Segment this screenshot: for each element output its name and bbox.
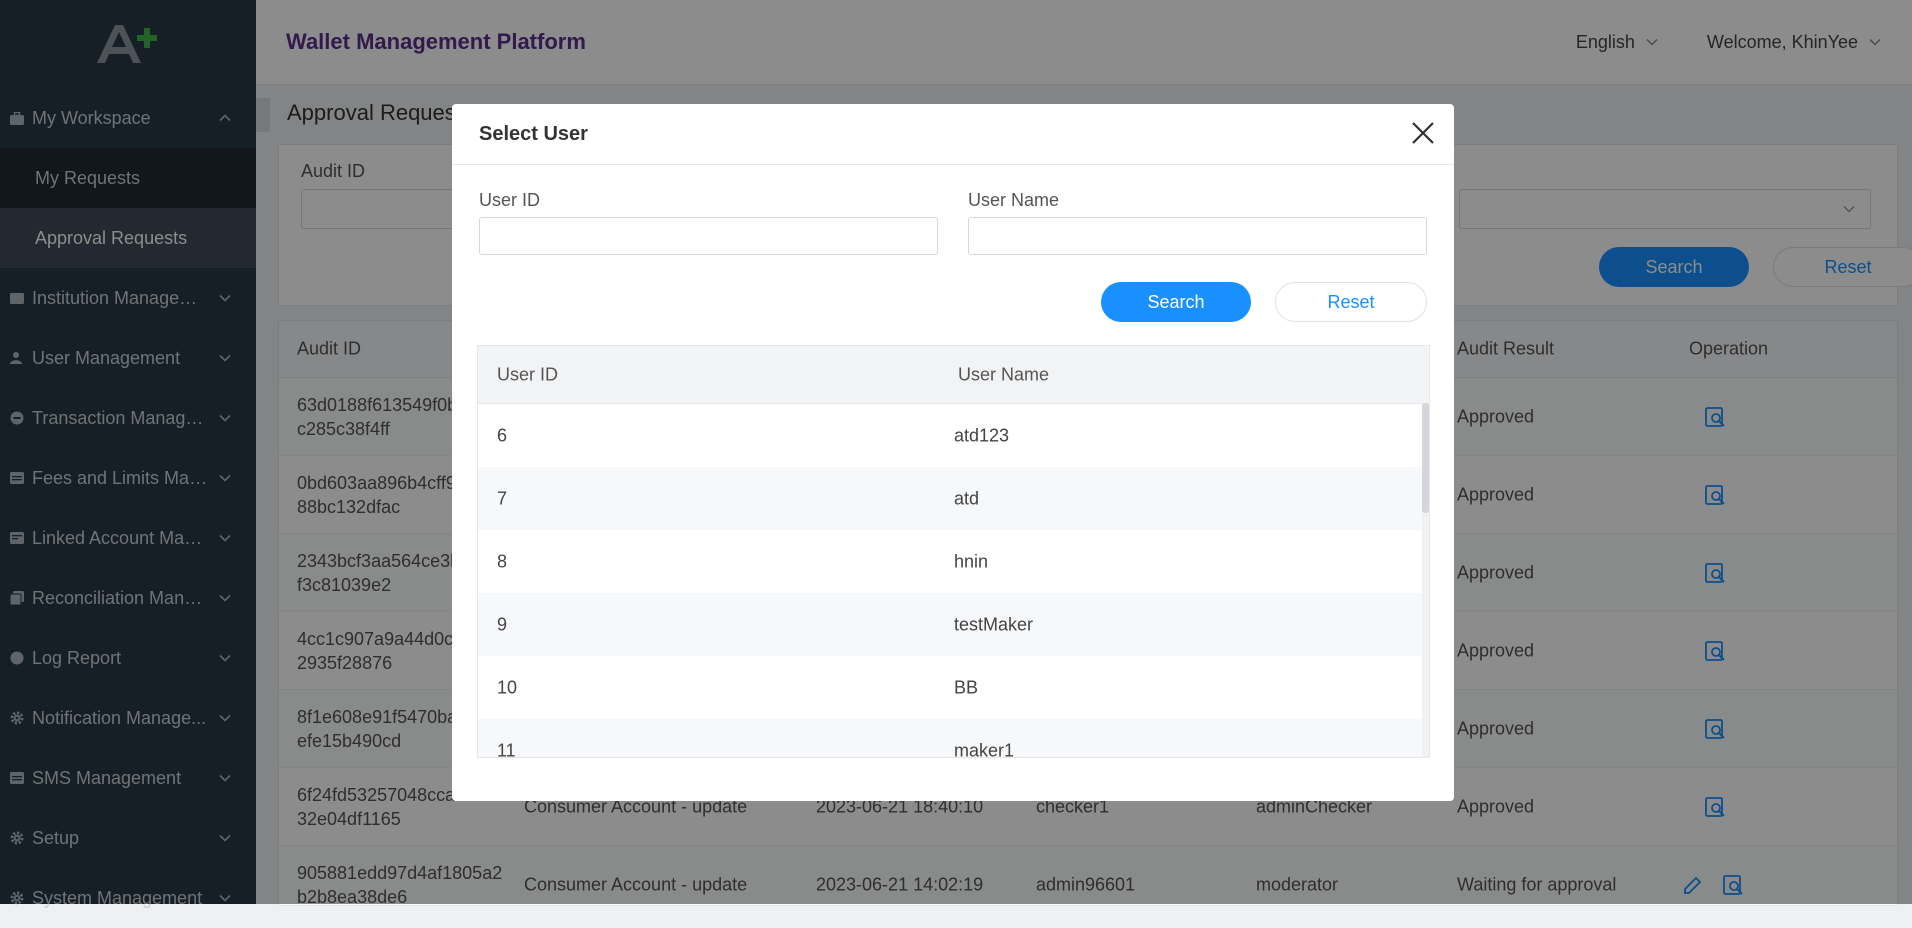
user-name-cell: atd123 <box>954 425 1010 445</box>
user-name-cell: BB <box>954 677 979 697</box>
col-user-id: User ID <box>497 364 559 384</box>
user-row[interactable]: 7 atd <box>478 467 1429 530</box>
user-name-label: User Name <box>968 190 1060 210</box>
user-row[interactable]: 9 testMaker <box>478 593 1429 656</box>
select-user-dialog: Select User User ID User Name Search Res… <box>452 104 1454 801</box>
user-name-cell: maker1 <box>954 740 1015 758</box>
user-row[interactable]: 8 hnin <box>478 530 1429 593</box>
close-icon[interactable] <box>1408 118 1438 148</box>
user-id-cell: 11 <box>497 740 516 758</box>
dialog-title: Select User <box>479 122 588 145</box>
dialog-reset-button[interactable]: Reset <box>1275 282 1427 322</box>
user-table: User ID User Name 6 atd123 7 atd 8 hnin 9 testM… <box>477 345 1430 758</box>
table-scrollbar-thumb[interactable] <box>1422 403 1429 513</box>
user-id-cell: 10 <box>497 677 518 697</box>
user-table-header: User ID User Name <box>478 346 1429 404</box>
dialog-search-button[interactable]: Search <box>1101 282 1251 322</box>
dialog-header: Select User <box>452 104 1454 165</box>
user-name-cell: atd <box>954 488 980 508</box>
user-row[interactable]: 6 atd123 <box>478 404 1429 467</box>
table-scrollbar-track[interactable] <box>1422 403 1429 757</box>
user-id-label: User ID <box>479 190 541 210</box>
user-name-cell: testMaker <box>954 614 1034 634</box>
user-id-cell: 9 <box>497 614 508 634</box>
user-id-cell: 7 <box>497 488 508 508</box>
user-row[interactable]: 11 maker1 <box>478 719 1429 758</box>
user-name-cell: hnin <box>954 551 989 571</box>
user-name-input[interactable] <box>968 217 1427 255</box>
col-user-name: User Name <box>958 364 1050 384</box>
user-row[interactable]: 10 BB <box>478 656 1429 719</box>
user-id-cell: 6 <box>497 425 508 445</box>
user-id-input[interactable] <box>479 217 938 255</box>
user-id-cell: 8 <box>497 551 508 571</box>
